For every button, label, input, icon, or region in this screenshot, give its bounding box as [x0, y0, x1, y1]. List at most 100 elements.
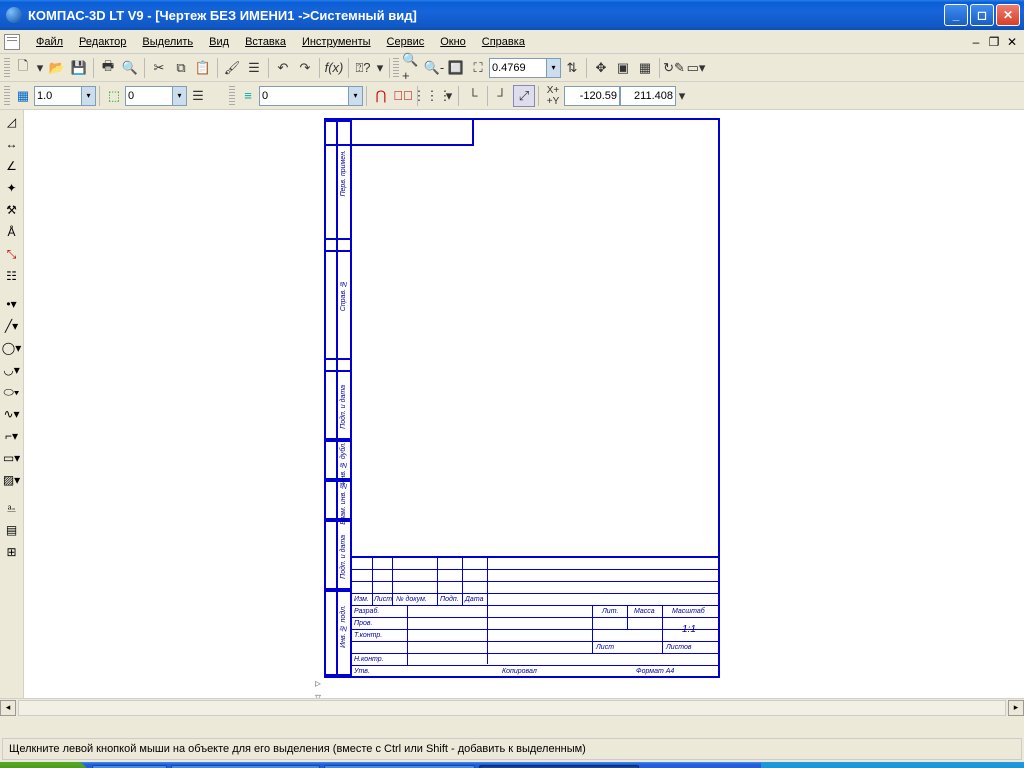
menu-file[interactable]: Файл — [28, 33, 71, 51]
fx-button[interactable]: f(x) — [323, 57, 345, 79]
title-block: Изм. Лист № докум. Подп. Дата Разраб. Пр… — [352, 556, 718, 676]
snap-off-button[interactable]: ⋂⃠ — [392, 85, 414, 107]
tool-chamfer-icon[interactable]: ⌐▾ — [2, 426, 22, 446]
tool-symbols-icon[interactable]: ∠ — [2, 156, 22, 176]
grid-button[interactable]: ⋮⋮⋮ — [421, 85, 443, 107]
scroll-right-button[interactable]: ▸ — [1008, 700, 1024, 716]
copy-button[interactable]: ⧉ — [170, 57, 192, 79]
tool-spline-icon[interactable]: ∿▾ — [2, 404, 22, 424]
menu-tools[interactable]: Инструменты — [294, 33, 379, 51]
menu-view[interactable]: Вид — [201, 33, 237, 51]
scale-combo[interactable] — [34, 86, 82, 106]
layers-manager-button[interactable]: ☰ — [187, 85, 209, 107]
grid-dropdown[interactable]: ▾ — [443, 85, 455, 107]
menu-select[interactable]: Выделить — [134, 33, 201, 51]
new-button[interactable]: 🗋 — [12, 57, 34, 79]
undo-button[interactable]: ↶ — [272, 57, 294, 79]
layer-combo-dropdown[interactable]: ▾ — [173, 86, 187, 106]
tool-dimensions-icon[interactable]: ↔ — [2, 134, 22, 154]
redraw-button[interactable]: ↻✎ — [663, 57, 685, 79]
open-button[interactable]: 📂 — [46, 57, 68, 79]
menu-window[interactable]: Окно — [432, 33, 474, 51]
tool-hatch-icon[interactable]: ▨▾ — [2, 470, 22, 490]
linestyle-combo-dropdown[interactable]: ▾ — [349, 86, 363, 106]
updown-button[interactable]: ⇅ — [561, 57, 583, 79]
ortho-button[interactable]: └ — [462, 85, 484, 107]
mdi-close-button[interactable]: ✕ — [1004, 35, 1020, 49]
preview-button[interactable]: 🔍 — [119, 57, 141, 79]
help-dropdown[interactable]: ▾ — [374, 57, 386, 79]
menu-service[interactable]: Сервис — [379, 33, 433, 51]
close-button[interactable]: ✕ — [996, 4, 1020, 26]
layer-combo[interactable] — [125, 86, 173, 106]
zoom-out-button[interactable]: 🔍- — [423, 57, 445, 79]
coord-dropdown[interactable]: ▾ — [676, 85, 688, 107]
horizontal-scrollbar[interactable]: ◂ ▸ — [0, 698, 1024, 716]
scale-combo-dropdown[interactable]: ▾ — [82, 86, 96, 106]
linestyle-combo[interactable] — [259, 86, 349, 106]
tool-point-icon[interactable]: •▾ — [2, 294, 22, 314]
zoom-prev-button[interactable]: ▦ — [634, 57, 656, 79]
tool-edit-icon[interactable]: ✦ — [2, 178, 22, 198]
tool-text-icon[interactable]: ⎁ — [2, 498, 22, 518]
local-cs-button[interactable]: ┘ — [491, 85, 513, 107]
paste-button[interactable]: 📋 — [192, 57, 214, 79]
view-menu-button[interactable]: ▭▾ — [685, 57, 707, 79]
menu-edit[interactable]: Редактор — [71, 33, 134, 51]
brush-button[interactable]: 🖌 — [221, 57, 243, 79]
properties-button[interactable]: ☰ — [243, 57, 265, 79]
tool-ellipse-icon[interactable]: ⬭▾ — [2, 382, 22, 402]
menu-insert[interactable]: Вставка — [237, 33, 294, 51]
redo-button[interactable]: ↷ — [294, 57, 316, 79]
tool-params-icon[interactable]: ⚒ — [2, 200, 22, 220]
toolbar-grip[interactable] — [229, 86, 235, 106]
cut-button[interactable]: ✂ — [148, 57, 170, 79]
start-button[interactable]: пуск — [0, 762, 88, 768]
layer-button[interactable]: ⬚ — [103, 85, 125, 107]
help-cursor-button[interactable]: ⍰? — [352, 57, 374, 79]
mdi-restore-button[interactable]: ❐ — [986, 35, 1002, 49]
round-button[interactable]: ⤢ — [513, 85, 535, 107]
zoom-combo-dropdown[interactable]: ▾ — [547, 58, 561, 78]
tool-table-icon[interactable]: ▤ — [2, 520, 22, 540]
zoom-window-button[interactable]: 🔲 — [445, 57, 467, 79]
tool-spec-icon[interactable]: ☷ — [2, 266, 22, 286]
scroll-track[interactable] — [18, 700, 1006, 716]
mdi-minimize-button[interactable]: – — [968, 35, 984, 49]
coord-mode-button[interactable]: X++Y — [542, 85, 564, 107]
pan-button[interactable]: ✥ — [590, 57, 612, 79]
print-button[interactable]: 🖶 — [97, 57, 119, 79]
thead: № докум. — [396, 596, 427, 603]
windows-taskbar: пуск IM (E:) разработка урока ч... Докум… — [0, 762, 1024, 768]
toolbar-grip[interactable] — [393, 58, 399, 78]
tool-axis-icon[interactable]: ⊞ — [2, 542, 22, 562]
menu-help[interactable]: Справка — [474, 33, 533, 51]
snap-magnet-button[interactable]: ⋂ — [370, 85, 392, 107]
toolbar-grip[interactable] — [4, 86, 10, 106]
tool-line-icon[interactable]: ╱▾ — [2, 316, 22, 336]
maximize-button[interactable]: ◻ — [970, 4, 994, 26]
tool-select-icon[interactable]: ⤡ — [2, 244, 22, 264]
tool-rect-icon[interactable]: ▭▾ — [2, 448, 22, 468]
linestyle-button[interactable]: ≡ — [237, 85, 259, 107]
thead: Дата — [465, 596, 483, 603]
zoom-fit-button[interactable]: ⛶ — [467, 57, 489, 79]
drawing-canvas[interactable]: Перв. примен. Справ. № Подп. и дата Инв.… — [24, 110, 1024, 698]
zoom-combo[interactable] — [489, 58, 547, 78]
minimize-button[interactable]: _ — [944, 4, 968, 26]
grid-origin-button[interactable]: ▦ — [12, 85, 34, 107]
tool-arc-icon[interactable]: ◡▾ — [2, 360, 22, 380]
tool-measure-icon[interactable]: Å — [2, 222, 22, 242]
new-dropdown[interactable]: ▾ — [34, 57, 46, 79]
document-icon[interactable] — [4, 34, 20, 50]
coord-x-field[interactable] — [564, 86, 620, 106]
coord-y-field[interactable] — [620, 86, 676, 106]
tool-circle-icon[interactable]: ◯▾ — [2, 338, 22, 358]
thead: Подп. — [440, 596, 459, 603]
scroll-left-button[interactable]: ◂ — [0, 700, 16, 716]
tool-geometry-icon[interactable]: ◿ — [2, 112, 22, 132]
zoom-in-button[interactable]: 🔍+ — [401, 57, 423, 79]
save-button[interactable]: 💾 — [68, 57, 90, 79]
zoom-all-button[interactable]: ▣ — [612, 57, 634, 79]
toolbar-grip[interactable] — [4, 58, 10, 78]
